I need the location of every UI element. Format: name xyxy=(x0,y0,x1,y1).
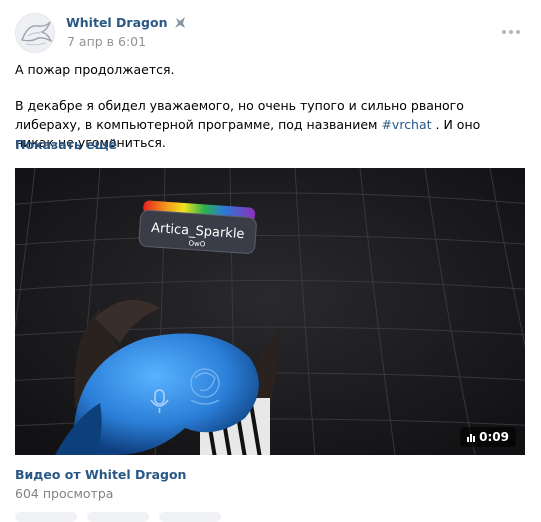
video-views: 604 просмотра xyxy=(15,486,114,501)
comment-button[interactable] xyxy=(87,512,149,522)
sound-bars-icon xyxy=(467,433,476,442)
video-duration: 0:09 xyxy=(460,427,516,447)
author-name-text[interactable]: Whitel Dragon xyxy=(66,15,167,30)
hashtag-link[interactable]: #vrchat xyxy=(381,117,431,132)
more-dots-icon[interactable] xyxy=(502,25,524,39)
nameplate-sub: OwO xyxy=(188,239,206,248)
dragon-badge-icon xyxy=(175,16,186,28)
author-name[interactable]: Whitel Dragon xyxy=(66,15,187,30)
post-card: Whitel Dragon 7 апр в 6:01 А пожар продо… xyxy=(0,0,541,522)
like-button[interactable] xyxy=(15,512,77,522)
dragon-avatar-icon xyxy=(16,14,54,52)
post-date[interactable]: 7 апр в 6:01 xyxy=(67,34,146,49)
video-frame: Artica_Sparkle OwO xyxy=(15,168,525,455)
share-button[interactable] xyxy=(159,512,221,522)
video-player[interactable]: Artica_Sparkle OwO 0:09 xyxy=(15,168,525,455)
post-actions xyxy=(15,512,221,522)
video-title-link[interactable]: Видео от Whitel Dragon xyxy=(15,467,186,482)
show-more-link[interactable]: Показать ещё xyxy=(15,137,117,152)
duration-text: 0:09 xyxy=(479,430,509,444)
author-avatar[interactable] xyxy=(15,13,55,53)
post-text-line-1: А пожар продолжается. xyxy=(15,62,175,77)
